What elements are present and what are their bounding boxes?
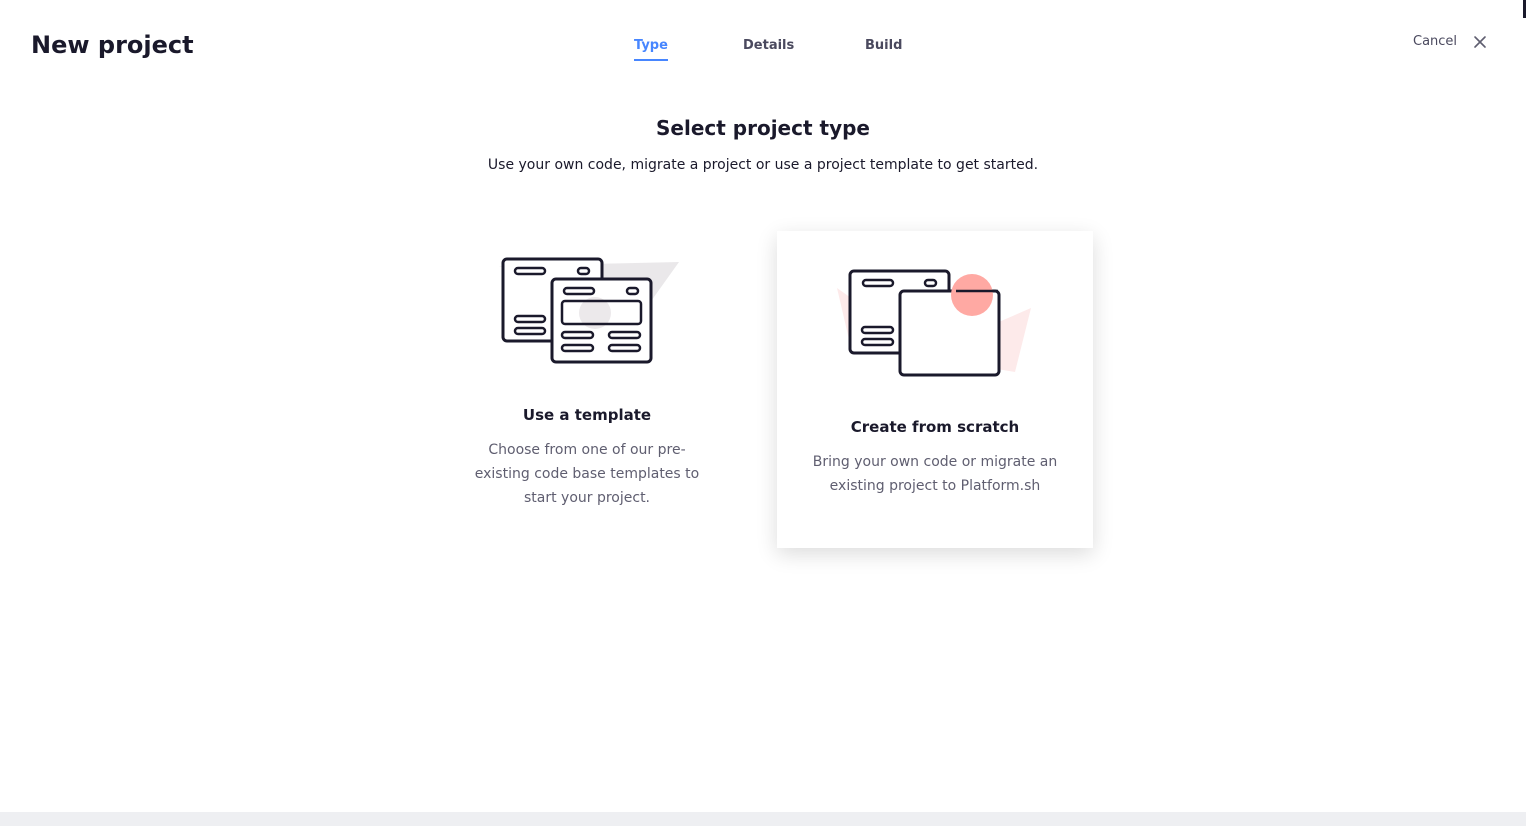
option-card-scratch[interactable]: Create from scratch Bring your own code … bbox=[777, 231, 1093, 548]
template-illustration-icon bbox=[499, 256, 689, 372]
option-description-template: Choose from one of our pre-existing code… bbox=[474, 442, 700, 506]
option-card-template[interactable]: Use a template Choose from one of our pr… bbox=[429, 243, 745, 543]
tab-details[interactable]: Details bbox=[743, 38, 794, 53]
close-icon[interactable] bbox=[1472, 34, 1488, 50]
cancel-button[interactable]: Cancel bbox=[1413, 34, 1457, 49]
option-title-scratch: Create from scratch bbox=[850, 418, 1020, 436]
section-description: Use your own code, migrate a project or … bbox=[487, 157, 1039, 173]
tab-type[interactable]: Type bbox=[634, 38, 668, 61]
step-tabs: Type Details Build bbox=[0, 38, 1526, 64]
footer-bar bbox=[0, 812, 1526, 826]
tab-build[interactable]: Build bbox=[865, 38, 902, 53]
scratch-illustration-icon bbox=[835, 268, 1035, 384]
option-description-scratch: Bring your own code or migrate an existi… bbox=[812, 454, 1058, 494]
section-title: Select project type bbox=[656, 116, 870, 140]
option-title-template: Use a template bbox=[522, 406, 652, 424]
